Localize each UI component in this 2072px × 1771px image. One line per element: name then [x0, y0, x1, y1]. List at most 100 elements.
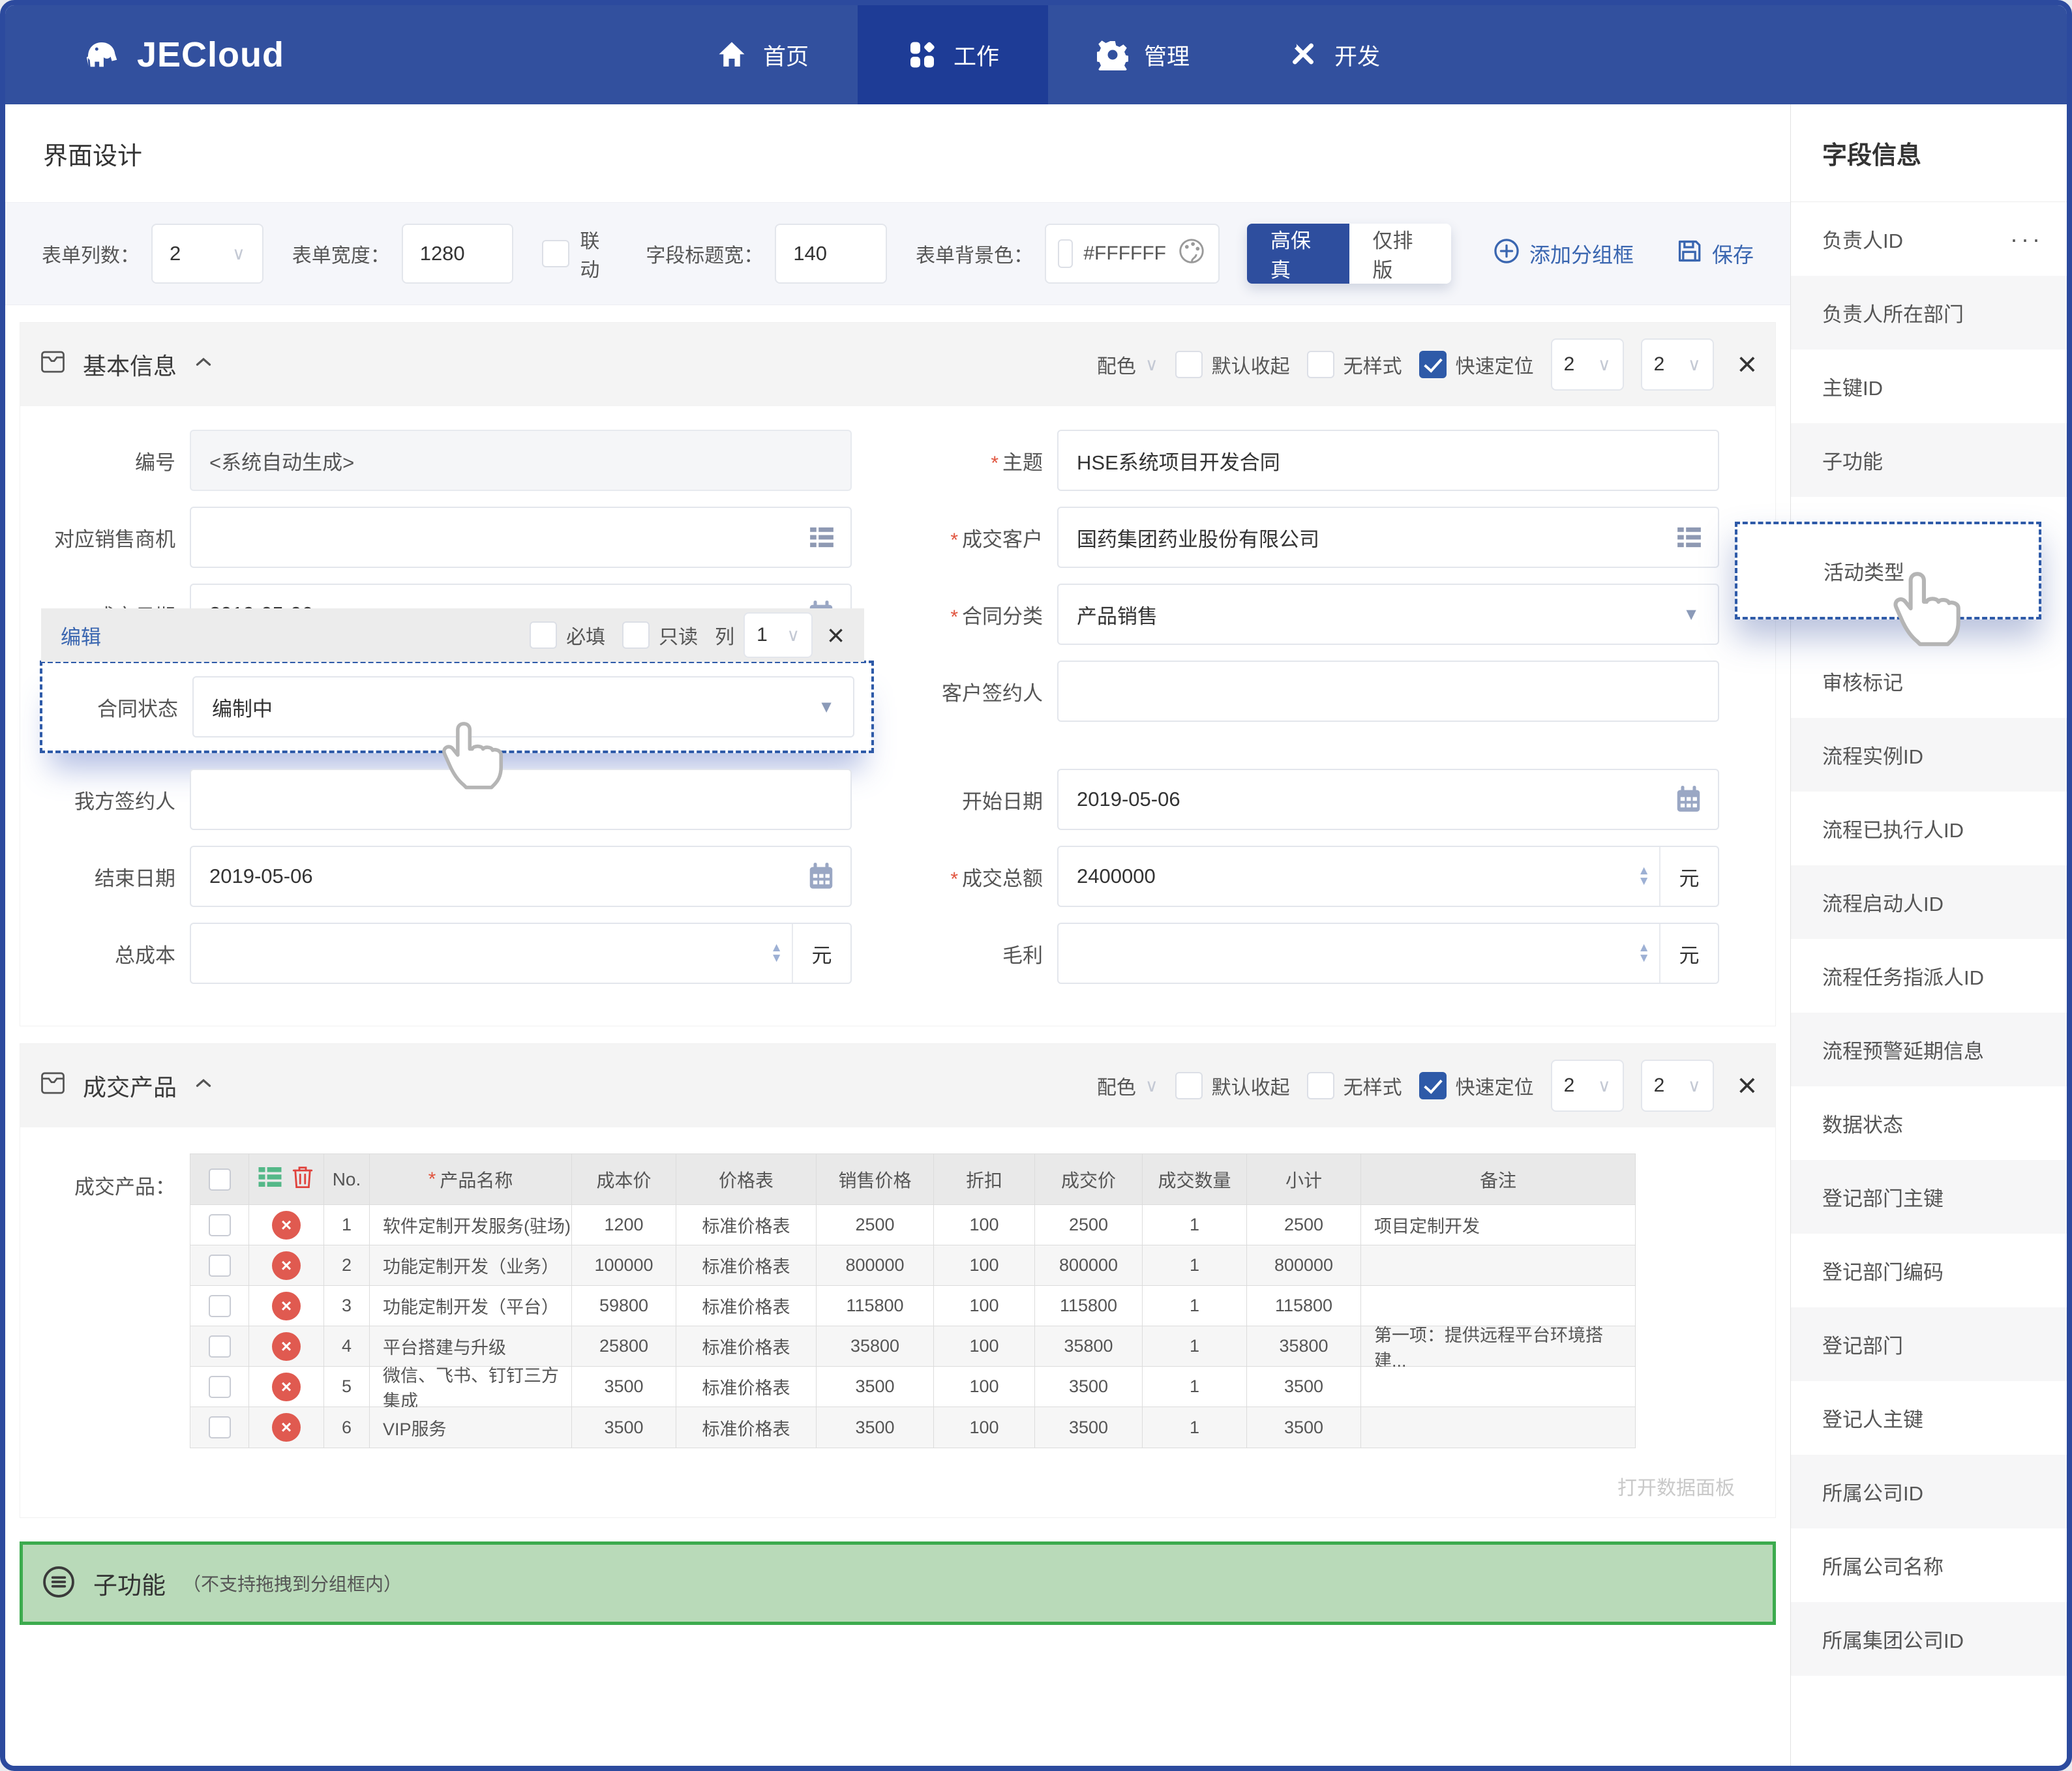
required-checkbox[interactable]	[530, 621, 557, 649]
input-field-编号[interactable]: <系统自动生成>	[190, 430, 852, 491]
table-cell: 1	[1143, 1367, 1247, 1407]
chevron-up-icon[interactable]	[192, 1072, 215, 1100]
table-cell: 4	[324, 1326, 370, 1367]
sidebar-field-流程预警延期信息[interactable]: 流程预警延期信息	[1791, 1013, 2067, 1086]
nav-item-工作[interactable]: 工作	[858, 5, 1048, 104]
brand-logo[interactable]: JECloud	[82, 5, 284, 104]
grid-cols-select[interactable]: 2∨	[1641, 1060, 1714, 1112]
sidebar-field-负责人ID[interactable]: 负责人ID···	[1791, 202, 2067, 276]
row-checkbox[interactable]	[209, 1416, 231, 1438]
sidebar-field-负责人所在部门[interactable]: 负责人所在部门	[1791, 276, 2067, 350]
hifi-mode-button[interactable]: 高保真	[1247, 224, 1349, 284]
form-width-input[interactable]: 1280	[402, 224, 514, 284]
selected-field-合同状态[interactable]: 合同状态编制中▼	[40, 661, 874, 753]
dragging-field-card[interactable]: 活动类型	[1735, 522, 2041, 619]
table-cell: 800000	[817, 1245, 934, 1286]
layout-only-mode-button[interactable]: 仅排版	[1349, 224, 1451, 284]
sidebar-field-流程启动人ID[interactable]: 流程启动人ID	[1791, 865, 2067, 939]
nav-item-管理[interactable]: 管理	[1048, 5, 1239, 104]
nostyle-checkbox[interactable]	[1307, 1072, 1334, 1099]
sidebar-field-所属集团公司ID[interactable]: 所属集团公司ID	[1791, 1602, 2067, 1676]
input-field-成交客户[interactable]: 国药集团药业股份有限公司	[1057, 507, 1719, 568]
input-field-对应销售商机[interactable]	[190, 507, 852, 568]
delete-row-icon[interactable]: ×	[272, 1373, 301, 1401]
date-field-结束日期[interactable]: 2019-05-06	[190, 846, 852, 907]
collapse-checkbox[interactable]	[1175, 351, 1203, 378]
close-icon[interactable]: ×	[1737, 1069, 1757, 1103]
nav-item-首页[interactable]: 首页	[667, 5, 858, 104]
delete-row-icon[interactable]: ×	[272, 1251, 301, 1280]
quick-locate-checkbox[interactable]	[1419, 351, 1447, 378]
add-rows-icon[interactable]	[257, 1164, 283, 1195]
subfunction-bar[interactable]: 子功能 （不支持拖拽到分组框内）	[20, 1541, 1776, 1625]
calendar-icon[interactable]	[806, 861, 836, 891]
nav-item-开发[interactable]: 开发	[1239, 5, 1429, 104]
save-button[interactable]: 保存	[1675, 237, 1754, 270]
cell-text: 标准价格表	[702, 1212, 790, 1238]
number-stepper[interactable]: ▲▼	[1638, 943, 1650, 964]
sidebar-field-数据状态[interactable]: 数据状态	[1791, 1086, 2067, 1160]
row-checkbox[interactable]	[209, 1335, 231, 1358]
sidebar-field-流程任务指派人ID[interactable]: 流程任务指派人ID	[1791, 939, 2067, 1013]
close-icon[interactable]: ×	[827, 620, 845, 650]
more-options-icon[interactable]: ···	[2010, 226, 2043, 253]
delete-row-icon[interactable]: ×	[272, 1332, 301, 1361]
delete-row-icon[interactable]: ×	[272, 1292, 301, 1320]
input-field-客户签约人[interactable]	[1057, 661, 1719, 722]
sidebar-field-登记部门主键[interactable]: 登记部门主键	[1791, 1160, 2067, 1234]
calendar-icon[interactable]	[1674, 784, 1704, 814]
readonly-checkbox[interactable]	[622, 621, 650, 649]
quick-locate-checkbox[interactable]	[1419, 1072, 1447, 1099]
grid-cols-select[interactable]: 2∨	[1641, 338, 1714, 391]
list-picker-icon[interactable]	[807, 523, 836, 552]
sidebar-field-审核标记[interactable]: 审核标记	[1791, 644, 2067, 718]
cell-text: 3500	[855, 1418, 894, 1438]
linkage-checkbox[interactable]	[542, 240, 569, 267]
sidebar-field-登记人主键[interactable]: 登记人主键	[1791, 1381, 2067, 1455]
sidebar-field-所属公司名称[interactable]: 所属公司名称	[1791, 1528, 2067, 1602]
close-icon[interactable]: ×	[1737, 348, 1757, 381]
number-stepper[interactable]: ▲▼	[1638, 866, 1650, 887]
row-checkbox[interactable]	[209, 1255, 231, 1277]
select-field-合同分类[interactable]: 产品销售▼	[1057, 584, 1719, 645]
grid-rows-select[interactable]: 2∨	[1551, 338, 1624, 391]
open-data-panel-link[interactable]: 打开数据面板	[20, 1455, 1775, 1517]
sidebar-field-流程已执行人ID[interactable]: 流程已执行人ID	[1791, 792, 2067, 865]
row-checkbox[interactable]	[209, 1214, 231, 1236]
input-field-总成本[interactable]: ▲▼元	[190, 923, 852, 984]
label-width-input[interactable]: 140	[775, 224, 887, 284]
palette-dropdown[interactable]: 配色∨	[1097, 1071, 1158, 1100]
form-bg-color-picker[interactable]: #FFFFFF	[1045, 224, 1220, 284]
chevron-up-icon[interactable]	[192, 351, 215, 379]
input-field-我方签约人[interactable]	[190, 769, 852, 830]
nostyle-checkbox[interactable]	[1307, 351, 1334, 378]
delete-row-icon[interactable]: ×	[272, 1413, 301, 1442]
add-group-button[interactable]: 添加分组框	[1493, 237, 1634, 270]
readonly-label: 只读	[659, 621, 698, 649]
input-field-成交总额[interactable]: 2400000▲▼元	[1057, 846, 1719, 907]
palette-dropdown[interactable]: 配色∨	[1097, 350, 1158, 379]
select-all-checkbox[interactable]	[209, 1168, 231, 1191]
sidebar-field-登记部门编码[interactable]: 登记部门编码	[1791, 1234, 2067, 1307]
sidebar-field-label: 流程已执行人ID	[1822, 814, 1964, 843]
input-field-主题[interactable]: HSE系统项目开发合同	[1057, 430, 1719, 491]
form-cols-select[interactable]: 2 ∨	[151, 224, 263, 284]
row-checkbox[interactable]	[209, 1376, 231, 1398]
sidebar-field-子功能[interactable]: 子功能	[1791, 423, 2067, 497]
sidebar-field-主键ID[interactable]: 主键ID	[1791, 350, 2067, 423]
sidebar-field-所属公司ID[interactable]: 所属公司ID	[1791, 1455, 2067, 1528]
select-field-合同状态[interactable]: 编制中▼	[192, 676, 854, 737]
date-field-开始日期[interactable]: 2019-05-06	[1057, 769, 1719, 830]
collapse-checkbox[interactable]	[1175, 1072, 1203, 1099]
list-picker-icon[interactable]	[1675, 523, 1704, 552]
delete-rows-icon[interactable]	[290, 1164, 316, 1195]
sidebar-field-登记部门[interactable]: 登记部门	[1791, 1307, 2067, 1381]
grid-rows-select[interactable]: 2∨	[1551, 1060, 1624, 1112]
number-stepper[interactable]: ▲▼	[770, 943, 783, 964]
column-select[interactable]: 1∨	[743, 612, 813, 658]
row-checkbox[interactable]	[209, 1295, 231, 1317]
edit-link[interactable]: 编辑	[61, 621, 101, 650]
sidebar-field-流程实例ID[interactable]: 流程实例ID	[1791, 718, 2067, 792]
input-field-毛利[interactable]: ▲▼元	[1057, 923, 1719, 984]
delete-row-icon[interactable]: ×	[272, 1211, 301, 1240]
